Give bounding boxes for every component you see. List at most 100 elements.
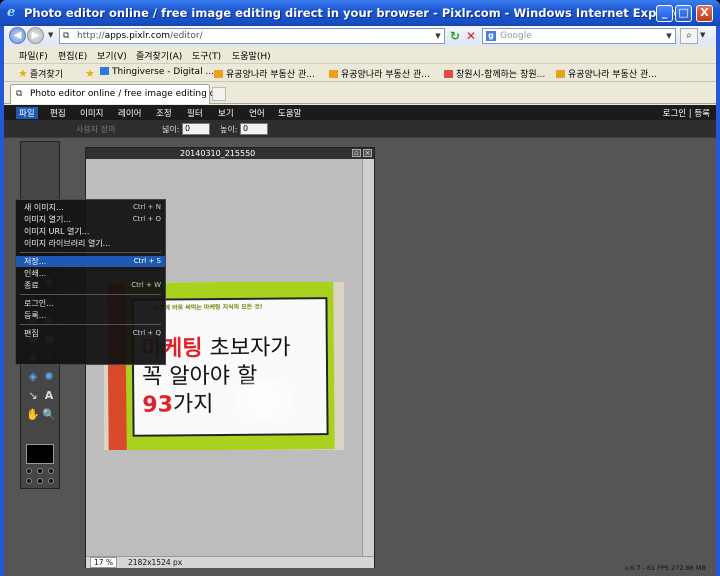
menu-edit[interactable]: 편집(E) xyxy=(58,49,87,62)
doc-close-icon[interactable]: × xyxy=(363,149,372,157)
address-bar[interactable]: ⧉ http://apps.pixlr.com/editor/ ▼ xyxy=(59,28,445,44)
new-tab-button[interactable] xyxy=(212,87,226,101)
page-icon: ⧉ xyxy=(63,31,70,41)
refresh-icon[interactable]: ↻ xyxy=(448,29,462,43)
search-button[interactable]: ⌕ xyxy=(680,28,698,44)
pixlr-menu-edit[interactable]: 편집 xyxy=(50,107,66,119)
ie-menu-bar: 파일(F) 편집(E) 보기(V) 즐겨찾기(A) 도구(T) 도움말(H) xyxy=(4,46,716,64)
fav-item-1[interactable]: Thingiverse - Digital ... xyxy=(100,67,214,77)
title-bar[interactable]: e Photo editor online / free image editi… xyxy=(0,0,720,26)
text-icon[interactable]: A xyxy=(42,389,56,403)
height-label: 높이: xyxy=(220,125,238,134)
photo-subtitle: 실전에 바로 써먹는 마케팅 지식의 모든 것! xyxy=(153,303,263,312)
tool-options-bar: 사용자 정의 넓이: 0 높이: 0 xyxy=(4,120,716,138)
close-button[interactable]: X xyxy=(696,5,713,22)
performance-status: v.6.7 - 61 FPS 272.86 MB xyxy=(624,564,706,572)
height-input[interactable]: 0 xyxy=(240,123,268,135)
width-input[interactable]: 0 xyxy=(182,123,210,135)
menu-tools[interactable]: 도구(T) xyxy=(192,49,221,62)
menu-save[interactable]: 저장... Ctrl + S xyxy=(16,256,165,267)
fav-item-5[interactable]: 유공양나라 부동산 관... xyxy=(556,67,657,80)
search-box[interactable]: g Google ▼ xyxy=(482,28,676,44)
hand-icon[interactable]: ✋ xyxy=(26,408,40,422)
doc-maximize-icon[interactable]: ▫ xyxy=(352,149,361,157)
tab-label: Photo editor online / free image editing… xyxy=(30,89,227,99)
tab-row: ⧉ Photo editor online / free image editi… xyxy=(4,82,716,104)
favicon-icon xyxy=(100,67,109,75)
add-favorite-icon[interactable]: ★ xyxy=(85,67,97,80)
fav-item-4[interactable]: 창원시-함께하는 창원... xyxy=(444,67,545,80)
browser-client: ◀ ▶ ▼ ⧉ http://apps.pixlr.com/editor/ ▼ … xyxy=(4,26,716,576)
menu-close[interactable]: 종료 Ctrl + W xyxy=(16,280,165,291)
menu-open-library[interactable]: 이미지 라이브러리 열기... xyxy=(16,238,165,249)
browser-window: e Photo editor online / free image editi… xyxy=(0,0,720,576)
document-title-bar[interactable]: 20140310_215550 ▫ × xyxy=(86,148,374,159)
favicon-icon xyxy=(444,70,453,78)
width-label: 넓이: xyxy=(162,125,180,134)
menu-open-url[interactable]: 이미지 URL 열기... xyxy=(16,226,165,237)
menu-open-image[interactable]: 이미지 열기... Ctrl + O xyxy=(16,214,165,225)
menu-separator xyxy=(20,294,161,295)
pixlr-menu-image[interactable]: 이미지 xyxy=(80,107,103,119)
forward-button[interactable]: ▶ xyxy=(27,27,44,44)
page-icon: ⧉ xyxy=(16,89,23,99)
search-placeholder: Google xyxy=(500,31,532,41)
address-url[interactable]: http://apps.pixlr.com/editor/ xyxy=(77,31,203,41)
ie-logo-icon: e xyxy=(7,5,16,20)
fav-item-3[interactable]: 유공양나라 부동산 관... xyxy=(329,67,430,80)
address-row: ◀ ▶ ▼ ⧉ http://apps.pixlr.com/editor/ ▼ … xyxy=(4,26,716,46)
menu-login[interactable]: 로그인... xyxy=(16,298,165,309)
document-status: 17 % 2182x1524 px xyxy=(86,556,374,568)
menu-help[interactable]: 도움말(H) xyxy=(232,49,271,62)
menu-separator xyxy=(20,324,161,325)
zoom-field[interactable]: 17 % xyxy=(90,557,118,568)
menu-register[interactable]: 등록... xyxy=(16,310,165,321)
menu-print[interactable]: 인쇄... xyxy=(16,268,165,279)
login-register-links[interactable]: 로그인 | 등록 xyxy=(663,107,710,119)
pixlr-menu-help[interactable]: 도움말 xyxy=(278,107,301,119)
menu-new-image[interactable]: 새 이미지... Ctrl + N xyxy=(16,202,165,213)
star-icon: ★ xyxy=(18,67,28,80)
pinch-icon[interactable]: ✺ xyxy=(42,370,56,384)
menu-separator xyxy=(20,252,161,253)
stop-icon[interactable]: ✕ xyxy=(464,29,478,43)
tab-pixlr[interactable]: ⧉ Photo editor online / free image editi… xyxy=(10,84,226,104)
fav-item-2[interactable]: 유공양나라 부동산 관... xyxy=(214,67,315,80)
search-options-icon[interactable]: ▼ xyxy=(700,31,705,39)
menu-favorites[interactable]: 즐겨찾기(A) xyxy=(136,49,182,62)
pixlr-menu-filter[interactable]: 필터 xyxy=(187,107,203,119)
pixlr-menu-view[interactable]: 보기 xyxy=(218,107,234,119)
file-dropdown-menu: 새 이미지... Ctrl + N 이미지 열기... Ctrl + O 이미지 U… xyxy=(15,199,166,365)
document-title: 20140310_215550 xyxy=(180,149,256,158)
pixlr-menu-language[interactable]: 언어 xyxy=(249,107,265,119)
color-swatch[interactable] xyxy=(26,444,54,464)
google-icon: g xyxy=(486,31,496,41)
swatch-dots xyxy=(26,468,56,486)
history-dropdown-icon[interactable]: ▼ xyxy=(48,31,53,39)
favicon-icon xyxy=(556,70,565,78)
menu-exit[interactable]: 편집 Ctrl + Q xyxy=(16,328,165,339)
pixlr-menu-file[interactable]: 파일 xyxy=(16,107,38,119)
zoom-icon[interactable]: 🔍 xyxy=(42,408,56,422)
back-button[interactable]: ◀ xyxy=(9,27,26,44)
favicon-icon xyxy=(329,70,338,78)
pixlr-menu-adjust[interactable]: 조정 xyxy=(156,107,172,119)
faded-option-label: 사용자 정의 xyxy=(76,125,116,134)
doc-scrollbar[interactable] xyxy=(362,159,374,556)
pixlr-app: 파일 편집 이미지 레이어 조정 필터 보기 언어 도움말 로그인 | 등록 사… xyxy=(4,105,716,576)
bloat-icon[interactable]: ◈ xyxy=(26,370,40,384)
menu-file[interactable]: 파일(F) xyxy=(19,49,48,62)
colorpicker-icon[interactable]: ↘ xyxy=(26,389,40,403)
favorites-button[interactable]: ★ 즐겨찾기 xyxy=(18,67,63,80)
image-size: 2182x1524 px xyxy=(128,558,183,567)
menu-view[interactable]: 보기(V) xyxy=(97,49,127,62)
address-dropdown-icon[interactable]: ▼ xyxy=(433,30,443,42)
favorites-bar: ★ 즐겨찾기 ★ Thingiverse - Digital ... 유공양나라 … xyxy=(4,64,716,82)
photo-line-3: 93가지 xyxy=(142,392,214,418)
pixlr-menu-bar: 파일 편집 이미지 레이어 조정 필터 보기 언어 도움말 로그인 | 등록 xyxy=(4,105,716,120)
maximize-button[interactable]: □ xyxy=(675,5,692,22)
pixlr-menu-layer[interactable]: 레이어 xyxy=(118,107,141,119)
search-dropdown-icon[interactable]: ▼ xyxy=(664,30,674,42)
window-title: Photo editor online / free image editing… xyxy=(24,6,688,20)
minimize-button[interactable]: _ xyxy=(656,5,673,22)
